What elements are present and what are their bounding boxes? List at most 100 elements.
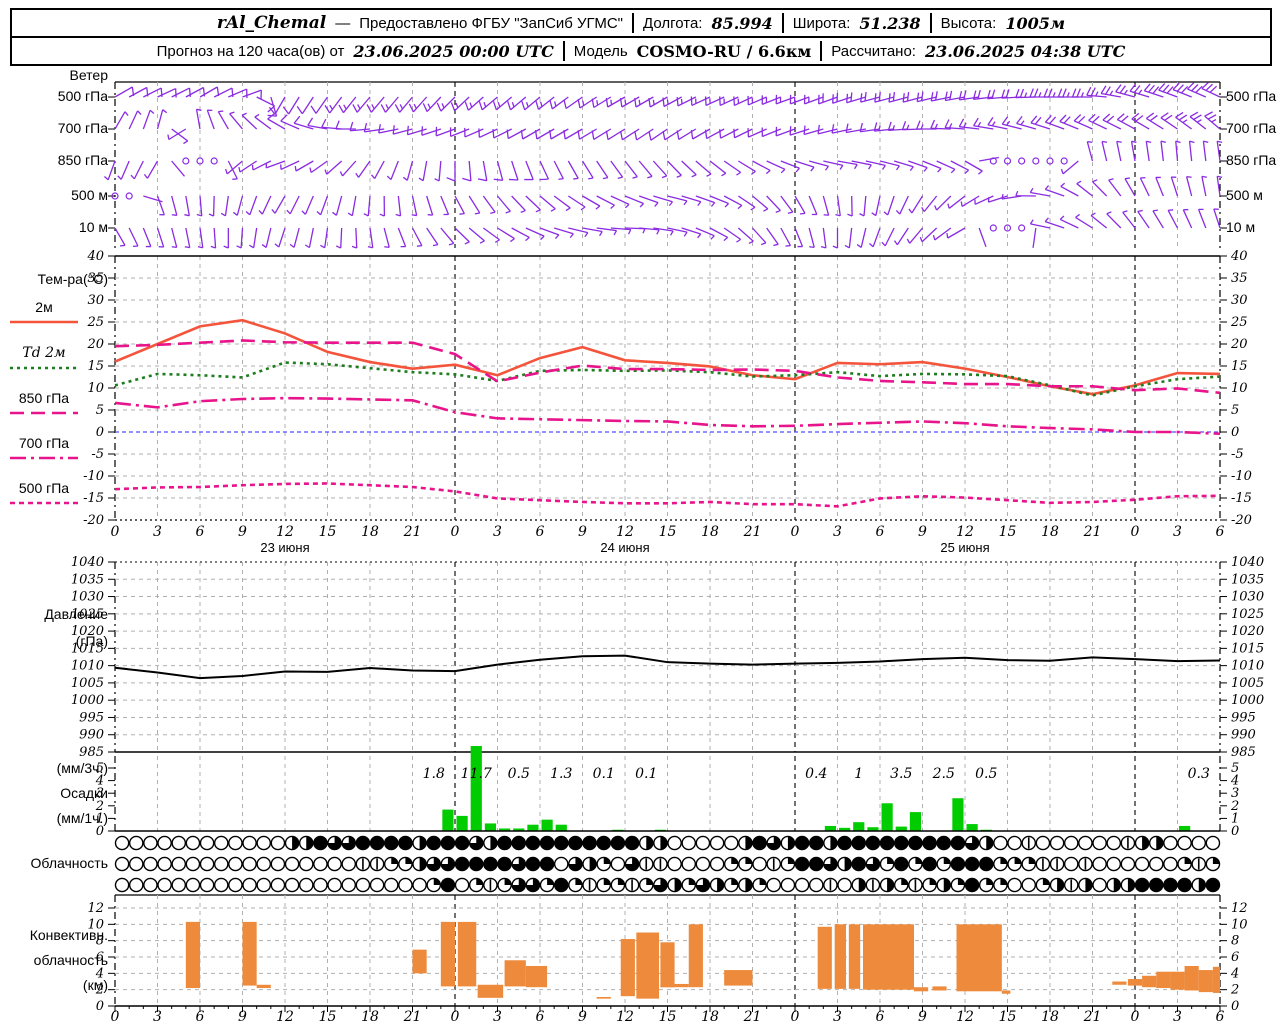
- svg-text:-5: -5: [91, 447, 104, 462]
- svg-text:5: 5: [1231, 403, 1239, 418]
- convective-bar: [440, 921, 455, 987]
- svg-text:0.5: 0.5: [975, 766, 997, 782]
- svg-text:25 июня: 25 июня: [940, 540, 989, 555]
- svg-text:6: 6: [876, 524, 885, 540]
- svg-text:12: 12: [616, 524, 634, 540]
- svg-text:1020: 1020: [1231, 624, 1264, 639]
- svg-text:990: 990: [79, 728, 104, 743]
- convective-bar: [1212, 966, 1220, 993]
- svg-text:6: 6: [1231, 950, 1239, 965]
- svg-text:6: 6: [1216, 524, 1225, 540]
- pressure-panel: 985 985 990 990 995 995 1000 1000 1005 1005 1010 10…: [71, 555, 1264, 760]
- svg-text:1.3: 1.3: [550, 766, 572, 782]
- convective-bar: [914, 987, 929, 992]
- cloud-row-1: [114, 856, 1221, 872]
- svg-text:9: 9: [918, 524, 927, 540]
- svg-text:15: 15: [319, 1009, 337, 1024]
- svg-text:-10: -10: [83, 469, 104, 484]
- svg-text:1005: 1005: [71, 676, 104, 691]
- svg-text:-5: -5: [1231, 447, 1244, 462]
- convective-bar: [1112, 981, 1127, 985]
- svg-text:12: 12: [616, 1009, 634, 1024]
- svg-text:18: 18: [361, 524, 379, 540]
- precip-bar: [555, 824, 567, 831]
- wind-level-850hpa-left: 850 гПа: [57, 152, 108, 168]
- svg-text:-10: -10: [1231, 469, 1252, 484]
- cloud-row-0: [114, 835, 1221, 851]
- svg-text:985: 985: [1231, 745, 1256, 760]
- svg-text:15: 15: [1231, 359, 1248, 374]
- svg-text:1040: 1040: [1231, 555, 1264, 570]
- precip-bar: [484, 823, 497, 831]
- convective-bar: [256, 984, 271, 989]
- svg-text:15: 15: [87, 359, 104, 374]
- legend-label-t2m: 2м: [35, 299, 53, 315]
- precip-bar: [909, 812, 922, 831]
- convective-bar: [636, 932, 659, 999]
- svg-text:1040: 1040: [71, 555, 104, 570]
- svg-text:6: 6: [1216, 1009, 1225, 1024]
- convective-title-2: облачность: [33, 952, 108, 968]
- svg-text:0: 0: [451, 1009, 460, 1024]
- svg-text:30: 30: [1231, 293, 1248, 308]
- convective-bar: [596, 997, 611, 999]
- wind-barb-row-2: [103, 140, 1223, 182]
- svg-text:21: 21: [743, 1009, 762, 1024]
- svg-text:12: 12: [87, 901, 104, 916]
- svg-text:3.5: 3.5: [890, 766, 912, 782]
- svg-text:-20: -20: [1231, 513, 1252, 528]
- convective-bar: [525, 965, 548, 988]
- convective-bar: [1127, 979, 1143, 986]
- svg-text:15: 15: [999, 524, 1017, 540]
- svg-text:3: 3: [833, 1009, 842, 1024]
- svg-text:3: 3: [153, 524, 162, 540]
- svg-text:6: 6: [196, 524, 205, 540]
- precip-unit-1h: (мм/1ч.): [56, 810, 108, 826]
- wind-level-10m-right: 10 м: [1226, 219, 1256, 235]
- svg-text:5: 5: [1231, 761, 1239, 776]
- svg-text:6: 6: [536, 1009, 545, 1024]
- svg-text:0: 0: [791, 524, 800, 540]
- svg-text:20: 20: [86, 337, 104, 352]
- svg-text:23 июня: 23 июня: [260, 540, 309, 555]
- svg-text:990: 990: [1231, 728, 1256, 743]
- temp-panel: -20 -20 -15 -15 -10 -10 -5 -5 0 0 5 5 10 10 15 15 20 20 25…: [83, 249, 1252, 528]
- svg-text:15: 15: [659, 524, 677, 540]
- convective-bar: [242, 921, 257, 986]
- wind-level-500hpa-left: 500 гПа: [57, 88, 108, 104]
- convective-bar: [848, 924, 861, 989]
- convective-bar: [1001, 990, 1011, 994]
- pressure-panel-title: Давление: [44, 606, 108, 622]
- cloud-panel-title: Облачность: [30, 855, 108, 871]
- svg-text:12: 12: [956, 1009, 974, 1024]
- wind-level-700hpa-left: 700 гПа: [57, 120, 108, 136]
- precip-panel: 0 01 12 23 34 45 51.8 11.7 0.5 1.3 0.1 0.1 0.4 1 3.5 2.…: [95, 746, 1239, 839]
- svg-text:8: 8: [1231, 934, 1239, 949]
- wind-level-500hpa-right: 500 гПа: [1226, 88, 1277, 104]
- svg-text:1015: 1015: [1231, 641, 1264, 656]
- svg-text:0: 0: [111, 524, 120, 540]
- svg-text:9: 9: [238, 1009, 247, 1024]
- svg-text:1.8: 1.8: [423, 766, 445, 782]
- svg-text:18: 18: [1041, 1009, 1059, 1024]
- svg-text:-15: -15: [1231, 491, 1252, 506]
- convective-bar: [863, 924, 914, 990]
- svg-text:12: 12: [1231, 901, 1248, 916]
- convective-bar: [457, 921, 477, 987]
- svg-text:9: 9: [238, 524, 247, 540]
- convective-bar: [724, 970, 753, 986]
- svg-text:1025: 1025: [1231, 607, 1264, 622]
- convective-bar: [1170, 971, 1185, 990]
- convective-bar: [620, 939, 635, 997]
- convective-bar: [1198, 970, 1213, 993]
- svg-text:1030: 1030: [1231, 590, 1264, 605]
- svg-text:35: 35: [1231, 271, 1248, 286]
- svg-text:0.3: 0.3: [1188, 766, 1210, 782]
- precip-bar: [442, 809, 454, 831]
- svg-text:0: 0: [1131, 524, 1140, 540]
- svg-text:21: 21: [1083, 1009, 1102, 1024]
- precip-panel-title: Осадки: [60, 785, 108, 801]
- svg-text:12: 12: [956, 524, 974, 540]
- svg-text:1010: 1010: [71, 659, 104, 674]
- convective-bar: [1184, 965, 1199, 991]
